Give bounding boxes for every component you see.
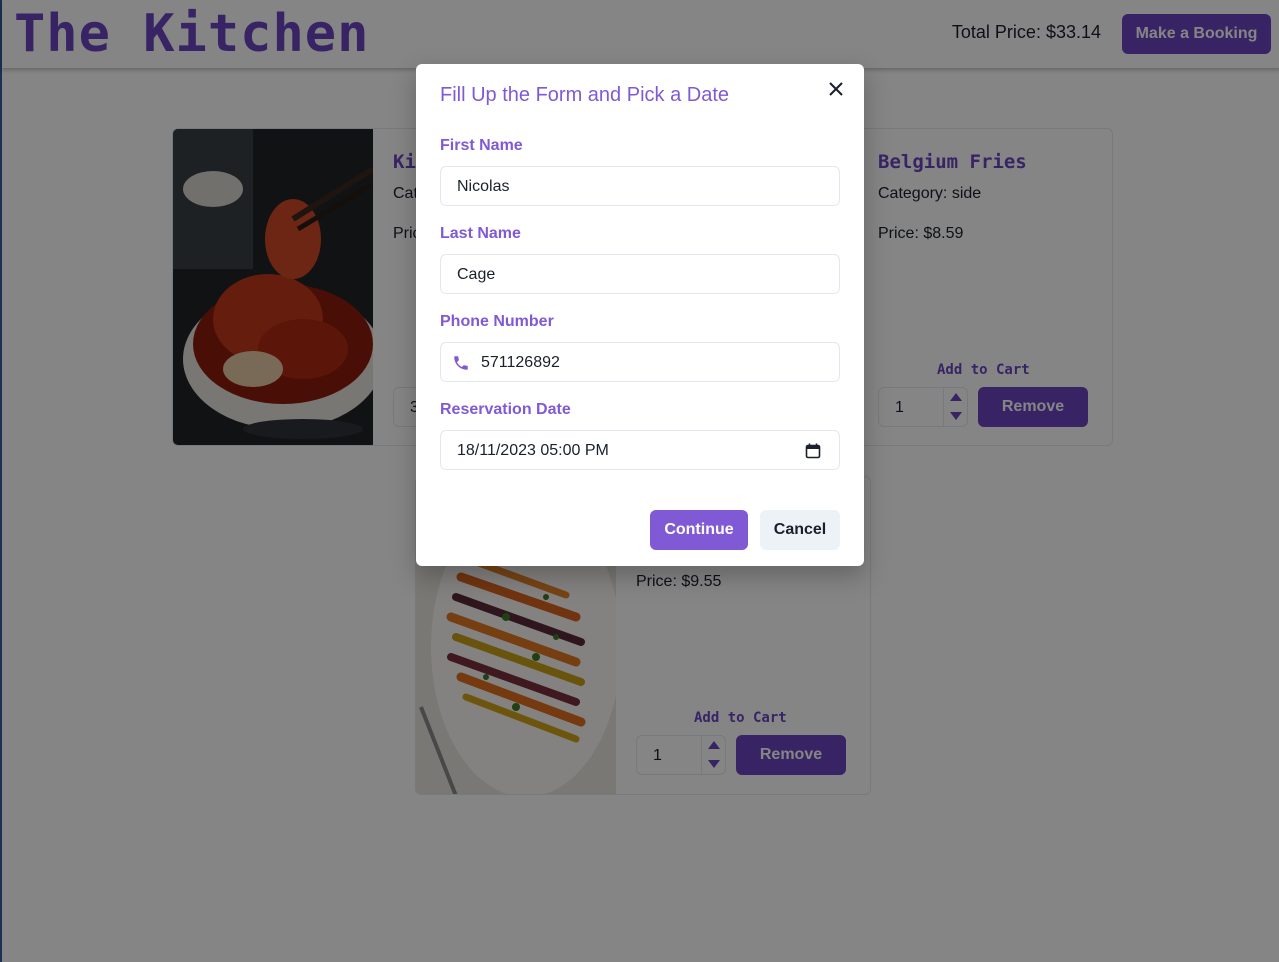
booking-modal: Fill Up the Form and Pick a Date First N… <box>416 64 864 566</box>
cancel-button[interactable]: Cancel <box>760 510 840 550</box>
date-input[interactable]: 18/11/2023 05:00 PM <box>440 430 840 470</box>
phone-value: 571126892 <box>481 354 560 371</box>
date-value: 18/11/2023 05:00 PM <box>457 442 609 459</box>
continue-button[interactable]: Continue <box>650 510 748 550</box>
close-button[interactable] <box>822 76 850 104</box>
close-icon <box>829 81 843 96</box>
phone-input[interactable]: 571126892 <box>440 342 840 382</box>
calendar-icon[interactable] <box>805 443 821 459</box>
phone-label: Phone Number <box>440 313 554 330</box>
last-name-label: Last Name <box>440 225 521 242</box>
date-label: Reservation Date <box>440 401 571 418</box>
last-name-input[interactable]: Cage <box>440 254 840 294</box>
modal-title: Fill Up the Form and Pick a Date <box>440 84 729 106</box>
first-name-value: Nicolas <box>457 178 510 195</box>
first-name-input[interactable]: Nicolas <box>440 166 840 206</box>
first-name-label: First Name <box>440 137 523 154</box>
phone-icon <box>454 356 468 370</box>
last-name-value: Cage <box>457 266 496 283</box>
